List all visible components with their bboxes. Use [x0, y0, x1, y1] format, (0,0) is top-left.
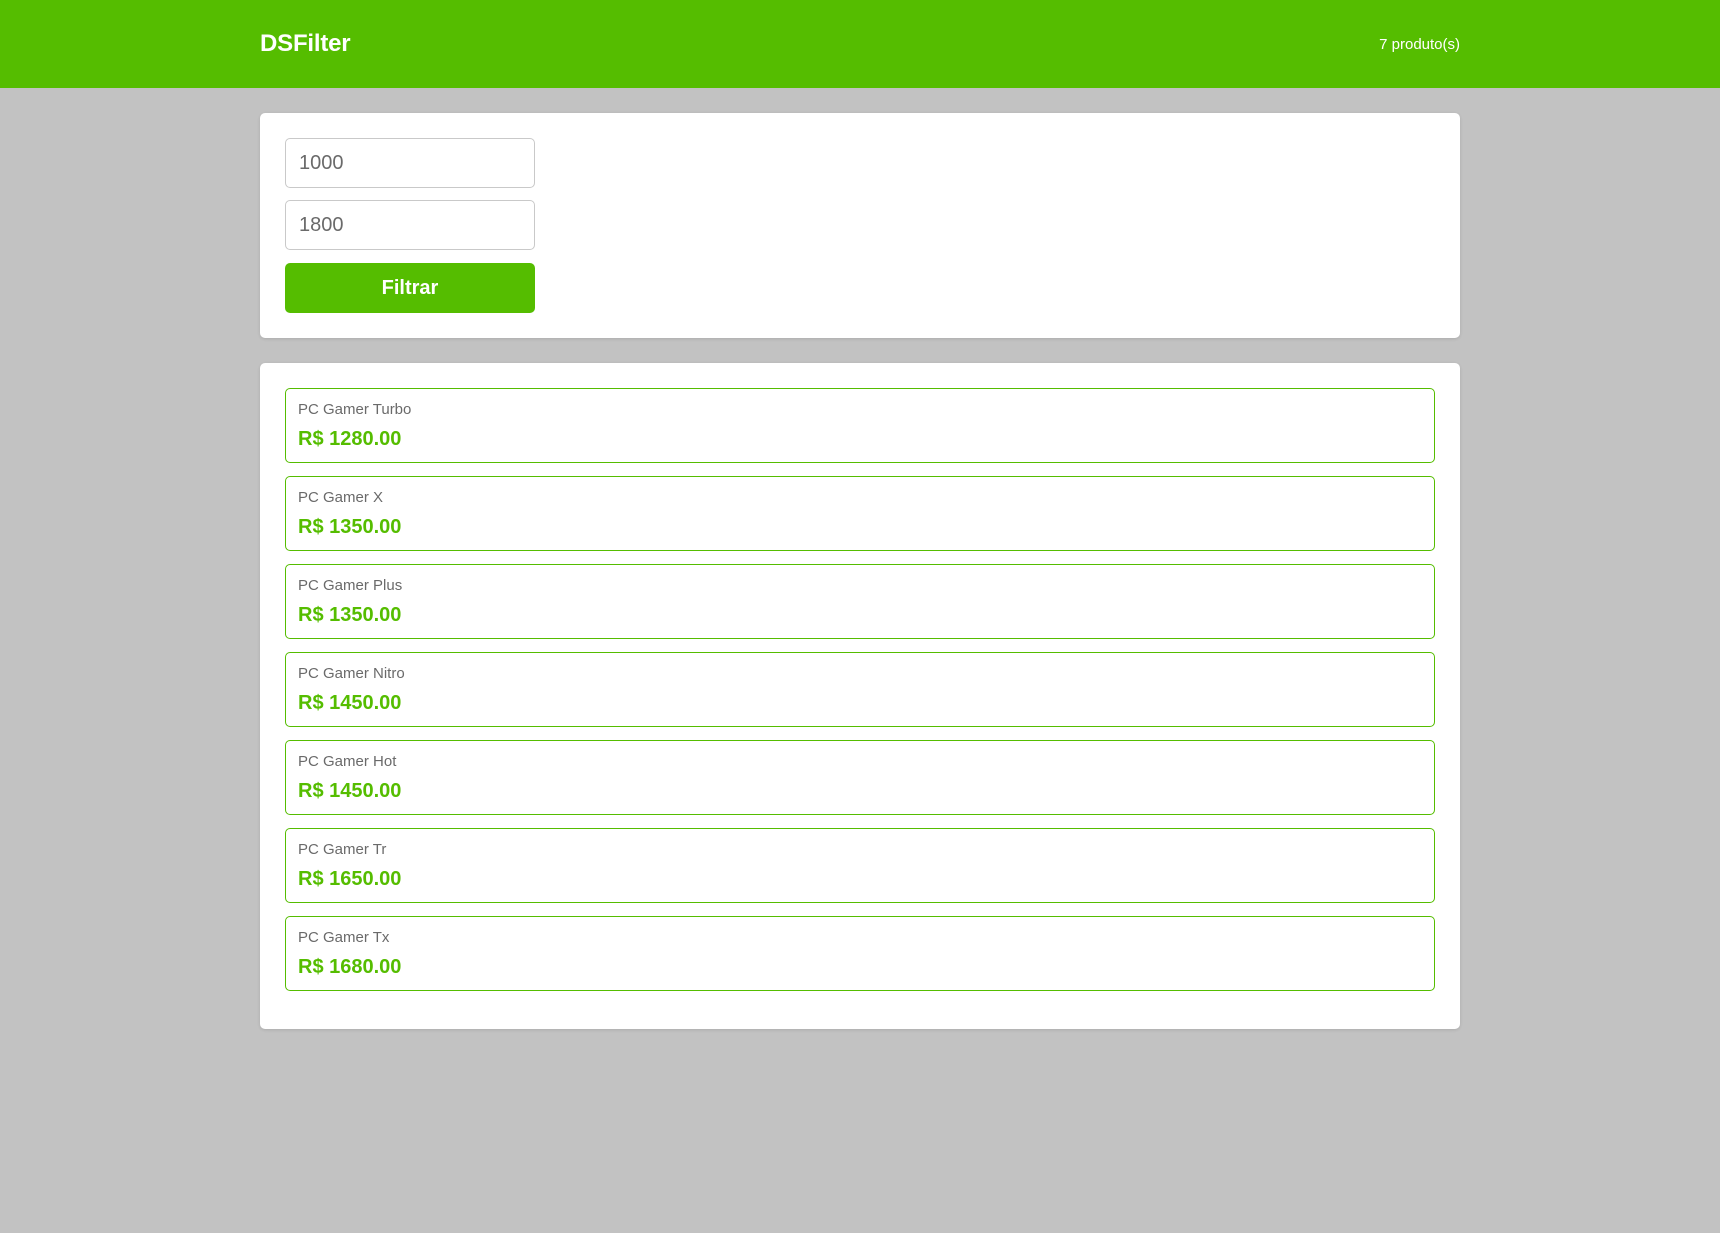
product-item: PC Gamer X R$ 1350.00	[285, 476, 1435, 551]
product-name: PC Gamer Plus	[298, 577, 403, 594]
product-price: R$ 1280.00	[298, 428, 402, 450]
product-price: R$ 1450.00	[298, 780, 402, 802]
filter-button[interactable]: Filtrar	[285, 263, 535, 313]
product-price: R$ 1350.00	[298, 516, 402, 538]
min-price-input[interactable]	[285, 138, 535, 188]
product-item: PC Gamer Hot R$ 1450.00	[285, 740, 1435, 815]
header-inner: DSFilter 7 produto(s)	[260, 0, 1460, 88]
product-item: PC Gamer Tr R$ 1650.00	[285, 828, 1435, 903]
product-price: R$ 1650.00	[298, 868, 402, 890]
product-name: PC Gamer Nitro	[298, 665, 405, 682]
product-name: PC Gamer Tx	[298, 929, 390, 946]
product-price: R$ 1680.00	[298, 956, 402, 978]
max-price-input[interactable]	[285, 200, 535, 250]
product-price: R$ 1350.00	[298, 604, 402, 626]
product-name: PC Gamer Turbo	[298, 401, 412, 418]
main-container: Filtrar PC Gamer Turbo R$ 1280.00 PC Gam…	[260, 113, 1460, 1029]
product-name: PC Gamer X	[298, 489, 384, 506]
product-name: PC Gamer Tr	[298, 841, 387, 858]
product-item: PC Gamer Tx R$ 1680.00	[285, 916, 1435, 991]
app-header: DSFilter 7 produto(s)	[0, 0, 1720, 88]
product-count: 7 produto(s)	[1379, 35, 1460, 53]
product-price: R$ 1450.00	[298, 692, 402, 714]
product-list-card: PC Gamer Turbo R$ 1280.00 PC Gamer X R$ …	[260, 363, 1460, 1029]
brand-logo-text: DSFilter	[260, 30, 351, 57]
filter-card: Filtrar	[260, 113, 1460, 338]
product-item: PC Gamer Turbo R$ 1280.00	[285, 388, 1435, 463]
product-item: PC Gamer Plus R$ 1350.00	[285, 564, 1435, 639]
product-name: PC Gamer Hot	[298, 753, 397, 770]
product-item: PC Gamer Nitro R$ 1450.00	[285, 652, 1435, 727]
